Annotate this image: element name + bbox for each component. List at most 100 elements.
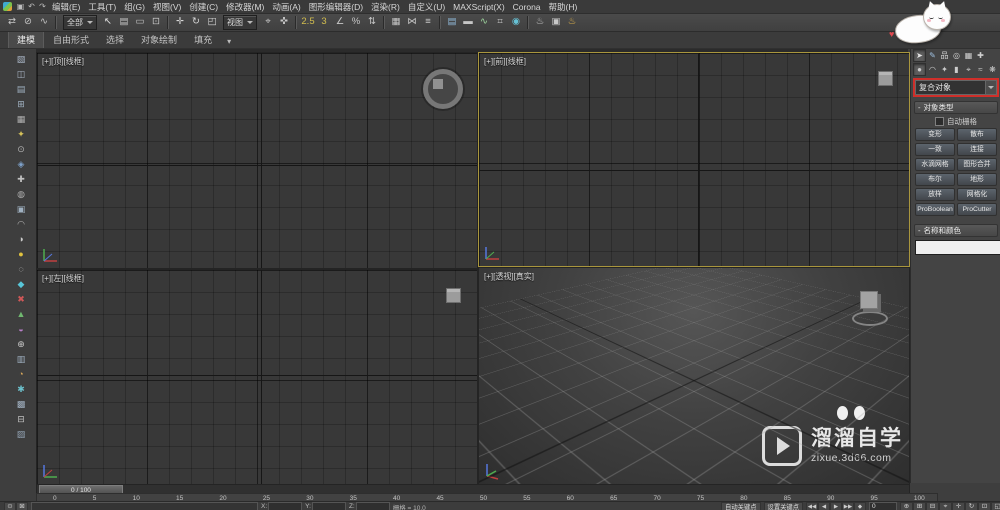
left-toolbar-icon[interactable]: ◒ bbox=[13, 322, 29, 336]
rect-select-region-icon[interactable]: ▭ bbox=[132, 14, 148, 30]
left-toolbar-icon[interactable]: ● bbox=[13, 247, 29, 261]
left-toolbar-icon[interactable]: ✖ bbox=[13, 292, 29, 306]
left-toolbar-icon[interactable]: ▤ bbox=[13, 82, 29, 96]
left-toolbar-icon[interactable]: ▣ bbox=[13, 202, 29, 216]
menu-item[interactable]: 修改器(M) bbox=[222, 1, 268, 13]
menu-item[interactable]: 动画(A) bbox=[268, 1, 304, 13]
select-link-icon[interactable]: ⇄ bbox=[4, 14, 20, 30]
coordinate-y-field[interactable] bbox=[311, 502, 346, 510]
angle-snap-icon[interactable]: ∠ bbox=[332, 14, 348, 30]
select-manipulate-icon[interactable]: ✜ bbox=[276, 14, 292, 30]
left-toolbar-icon[interactable]: ◠ bbox=[13, 217, 29, 231]
menu-item[interactable]: 帮助(H) bbox=[545, 1, 582, 13]
spinner-snap-icon[interactable]: ⇅ bbox=[364, 14, 380, 30]
coordinate-z-field[interactable] bbox=[355, 502, 390, 510]
tab-hierarchy[interactable]: 品 bbox=[939, 50, 950, 61]
viewcube-icon[interactable] bbox=[423, 69, 463, 109]
selection-lock-icon[interactable]: ⊠ bbox=[16, 501, 28, 510]
object-name-input[interactable] bbox=[915, 240, 1000, 255]
undo-icon[interactable]: ↶ bbox=[26, 1, 37, 12]
named-selection-icon[interactable]: ▦ bbox=[388, 14, 404, 30]
viewport-perspective[interactable]: [+][透视][真实] 溜溜自学 zixue.3d66.com bbox=[478, 267, 910, 485]
app-logo-icon[interactable] bbox=[3, 2, 12, 11]
mirror-icon[interactable]: ⋈ bbox=[404, 14, 420, 30]
menu-item[interactable]: 图形编辑器(D) bbox=[305, 1, 367, 13]
prev-frame-icon[interactable]: ◀ bbox=[818, 501, 830, 510]
ribbon-tab[interactable]: 填充 bbox=[186, 31, 220, 48]
cat-spacewarps[interactable]: ≈ bbox=[975, 64, 986, 75]
play-icon[interactable]: ▶ bbox=[830, 501, 842, 510]
ribbon-tab[interactable]: 建模 bbox=[8, 30, 45, 48]
left-toolbar-icon[interactable]: ▥ bbox=[13, 352, 29, 366]
tab-utilities[interactable]: ✚ bbox=[975, 50, 986, 61]
viewport-front[interactable]: [+][前][线框] bbox=[478, 52, 910, 267]
left-toolbar-icon[interactable]: ◑ bbox=[13, 232, 29, 246]
cat-cameras[interactable]: ▮ bbox=[951, 64, 962, 75]
cat-shapes[interactable]: ◠ bbox=[927, 64, 938, 75]
current-frame-field[interactable]: 0 bbox=[869, 502, 897, 510]
align-icon[interactable]: ≡ bbox=[420, 14, 436, 30]
compound-object-button[interactable]: 网格化 bbox=[957, 188, 997, 201]
left-toolbar-icon[interactable]: ◍ bbox=[13, 187, 29, 201]
compound-object-button[interactable]: 图形合并 bbox=[957, 158, 997, 171]
left-toolbar-icon[interactable]: ✚ bbox=[13, 172, 29, 186]
menu-item[interactable]: 创建(C) bbox=[185, 1, 222, 13]
tab-motion[interactable]: ◎ bbox=[951, 50, 962, 61]
rollout-name-color-header[interactable]: - 名称和颜色 bbox=[914, 224, 998, 237]
snap-3-icon[interactable]: 3 bbox=[316, 14, 332, 30]
maximize-viewport-icon[interactable]: ◱ bbox=[991, 501, 1000, 510]
left-toolbar-icon[interactable]: ◆ bbox=[13, 277, 29, 291]
viewport-perspective-label[interactable]: [+][透视][真实] bbox=[484, 271, 534, 282]
save-icon[interactable]: ▣ bbox=[15, 1, 26, 12]
isolate-selection-icon[interactable]: ⊙ bbox=[4, 501, 16, 510]
next-frame-icon[interactable]: ▶▶ bbox=[842, 501, 854, 510]
autogrid-checkbox[interactable] bbox=[935, 116, 944, 126]
move-icon[interactable]: ✛ bbox=[172, 14, 188, 30]
left-toolbar-icon[interactable]: ⊙ bbox=[13, 142, 29, 156]
schematic-view-icon[interactable]: ⌗ bbox=[492, 14, 508, 30]
tab-modify[interactable]: ✎ bbox=[927, 50, 938, 61]
viewport-top-label[interactable]: [+][顶][线框] bbox=[42, 56, 84, 67]
menu-item[interactable]: 渲染(R) bbox=[367, 1, 404, 13]
compound-object-button[interactable]: 连接 bbox=[957, 143, 997, 156]
selection-filter-dropdown[interactable]: 全部 bbox=[63, 14, 97, 30]
menu-item[interactable]: 视图(V) bbox=[149, 1, 185, 13]
cat-helpers[interactable]: ⌖ bbox=[963, 64, 974, 75]
left-toolbar-icon[interactable]: ◔ bbox=[13, 367, 29, 381]
snap-25-icon[interactable]: 2.5 bbox=[300, 14, 316, 30]
viewcube-icon[interactable] bbox=[878, 71, 893, 86]
left-toolbar-icon[interactable]: ⊟ bbox=[13, 412, 29, 426]
rollout-object-type-header[interactable]: - 对象类型 bbox=[914, 101, 998, 114]
left-toolbar-icon[interactable]: ✦ bbox=[13, 127, 29, 141]
left-toolbar-icon[interactable]: ▦ bbox=[13, 112, 29, 126]
select-by-name-icon[interactable]: ▤ bbox=[116, 14, 132, 30]
compound-object-button[interactable]: 布尔 bbox=[915, 173, 955, 186]
menu-item[interactable]: 编辑(E) bbox=[48, 1, 84, 13]
cat-systems[interactable]: ❋ bbox=[987, 64, 998, 75]
menu-item[interactable]: 工具(T) bbox=[84, 1, 120, 13]
ribbon-tab[interactable]: 自由形式 bbox=[45, 31, 97, 48]
viewport-top[interactable]: [+][顶][线框] bbox=[36, 52, 478, 269]
menu-item[interactable]: MAXScript(X) bbox=[449, 2, 508, 12]
left-toolbar-icon[interactable]: ▧ bbox=[13, 52, 29, 66]
menu-item[interactable]: 组(G) bbox=[120, 1, 149, 13]
coordinate-x-field[interactable] bbox=[268, 502, 303, 510]
left-toolbar-icon[interactable]: ▩ bbox=[13, 397, 29, 411]
object-category-dropdown[interactable]: 复合对象 bbox=[913, 78, 999, 97]
zoom-all-icon[interactable]: ⊞ bbox=[913, 501, 926, 510]
auto-key-button[interactable]: 自动关键点 bbox=[721, 501, 761, 510]
compound-object-button[interactable]: 散布 bbox=[957, 128, 997, 141]
left-toolbar-icon[interactable]: ⊞ bbox=[13, 97, 29, 111]
zoom-region-icon[interactable]: ⊡ bbox=[978, 501, 991, 510]
unlink-icon[interactable]: ⊘ bbox=[20, 14, 36, 30]
set-key-button[interactable]: 设置关键点 bbox=[763, 501, 803, 510]
compound-object-button[interactable]: 一致 bbox=[915, 143, 955, 156]
zoom-extents-all-icon[interactable]: ⌖ bbox=[939, 501, 952, 510]
viewcube-icon[interactable] bbox=[446, 288, 461, 303]
rendered-frame-icon[interactable]: ▣ bbox=[548, 14, 564, 30]
cat-lights[interactable]: ✦ bbox=[939, 64, 950, 75]
menu-item[interactable]: Corona bbox=[509, 2, 545, 12]
render-production-icon[interactable]: ♨ bbox=[564, 14, 580, 30]
left-toolbar-icon[interactable]: ▲ bbox=[13, 307, 29, 321]
viewport-left-label[interactable]: [+][左][线框] bbox=[42, 273, 84, 284]
